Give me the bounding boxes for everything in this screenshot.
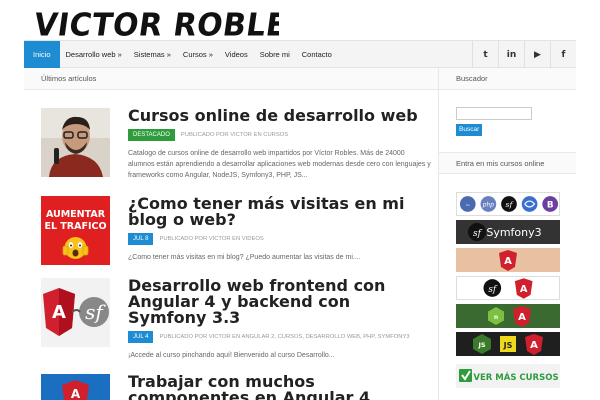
article-byline[interactable]: PUBLICADO POR VICTOR EN VIDEOS: [159, 236, 263, 242]
article-title[interactable]: ¿Como tener más visitas en mi blog o web…: [128, 196, 433, 228]
site-logo[interactable]: VICTOR ROBLES: [34, 10, 279, 42]
nav-item-inicio[interactable]: Inicio: [24, 41, 60, 68]
nav-item-contacto[interactable]: Contacto: [296, 41, 338, 68]
article-item: Cursos online de desarrollo web DESTACAD…: [41, 108, 431, 183]
course-banner-more[interactable]: VER MÁS CURSOS: [456, 364, 560, 388]
course-banner-node-angular[interactable]: n A: [456, 304, 560, 328]
svg-text:A: A: [518, 312, 526, 323]
course-banner-angular[interactable]: A: [456, 248, 560, 272]
twitter-icon[interactable]: t: [472, 41, 498, 68]
social-links: t in ▶ f: [472, 41, 576, 68]
article-byline[interactable]: PUBLICADO POR VICTOR EN CURSOS: [181, 132, 288, 138]
date-badge: JUL 4: [128, 331, 154, 343]
svg-text:~: ~: [465, 203, 470, 209]
article-title[interactable]: Cursos online de desarrollo web: [128, 108, 433, 124]
date-badge: JUL 8: [128, 233, 154, 245]
article-thumbnail[interactable]: [41, 108, 110, 177]
article-title[interactable]: Desarrollo web frontend con Angular 4 y …: [128, 278, 433, 326]
facebook-icon[interactable]: f: [550, 41, 576, 68]
article-byline[interactable]: PUBLICADO POR VICTOR EN ANGULAR 2, CURSO…: [159, 334, 409, 340]
article-excerpt: Catalogo de cursos online de desarrollo …: [128, 150, 431, 179]
courses-widget-title: Entra en mis cursos online: [439, 152, 576, 174]
sidebar: Buscador Buscar Entra en mis cursos onli…: [438, 68, 576, 400]
course-banner-mean[interactable]: JS JS A: [456, 332, 560, 356]
article-thumbnail[interactable]: A: [41, 374, 110, 400]
main-nav: Inicio Desarrollo web » Sistemas » Curso…: [24, 40, 576, 68]
youtube-icon[interactable]: ▶: [524, 41, 550, 68]
article-item: AUMENTAR EL TRAFICO ¿Como tener más visi…: [41, 196, 431, 271]
thumb-text-line1: AUMENTAR: [46, 209, 106, 220]
svg-text:A: A: [520, 284, 528, 295]
article-thumbnail[interactable]: A sf: [41, 278, 110, 347]
ver-mas-cursos-text: VER MÁS CURSOS: [473, 371, 558, 383]
course-banner-web-dev[interactable]: ~ php sf B: [456, 192, 560, 216]
course-banner-symfony-angular[interactable]: sf A: [456, 276, 560, 300]
site-logo-text: VICTOR ROBLES: [34, 10, 279, 42]
section-title: Últimos artículos: [24, 68, 438, 90]
nav-item-cursos[interactable]: Cursos »: [177, 41, 219, 68]
svg-text:JS: JS: [503, 341, 513, 350]
search-button[interactable]: Buscar: [456, 124, 483, 136]
article-item: A sf Desarrollo web frontend con Angular…: [41, 278, 433, 359]
featured-badge: DESTACADO: [128, 129, 175, 141]
svg-text:php: php: [482, 202, 494, 208]
linkedin-icon[interactable]: in: [498, 41, 524, 68]
nav-item-videos[interactable]: Videos: [219, 41, 254, 68]
nav-item-desarrollo-web[interactable]: Desarrollo web »: [60, 41, 128, 68]
nav-menu: Inicio Desarrollo web » Sistemas » Curso…: [24, 41, 338, 68]
articles-column: Últimos artículos Cursos online de desar…: [24, 68, 438, 400]
svg-text:A: A: [52, 302, 66, 323]
nav-item-sobre-mi[interactable]: Sobre mi: [254, 41, 296, 68]
svg-text:A: A: [504, 256, 512, 267]
article-item: A Trabajar con muchos componentes en Ang…: [41, 374, 431, 400]
svg-text:n: n: [494, 314, 498, 321]
nav-item-sistemas[interactable]: Sistemas »: [128, 41, 177, 68]
article-title[interactable]: Trabajar con muchos componentes en Angul…: [128, 374, 431, 400]
svg-text:JS: JS: [477, 341, 485, 349]
article-thumbnail[interactable]: AUMENTAR EL TRAFICO: [41, 196, 110, 265]
svg-text:A: A: [71, 387, 81, 400]
svg-text:A: A: [530, 340, 538, 351]
search-input[interactable]: [456, 107, 532, 120]
thumb-text-line2: EL TRAFICO: [44, 221, 106, 232]
search-widget-title: Buscador: [439, 68, 576, 90]
article-excerpt: ¡Accede al curso pinchando aquí! Bienven…: [128, 352, 335, 359]
svg-text:B: B: [547, 200, 554, 210]
article-excerpt: ¿Como tener más visitas en mi blog? ¿Pue…: [128, 254, 361, 261]
course-banner-symfony[interactable]: sf Symfony3: [456, 220, 560, 244]
symfony-banner-text: Symfony3: [486, 226, 541, 239]
